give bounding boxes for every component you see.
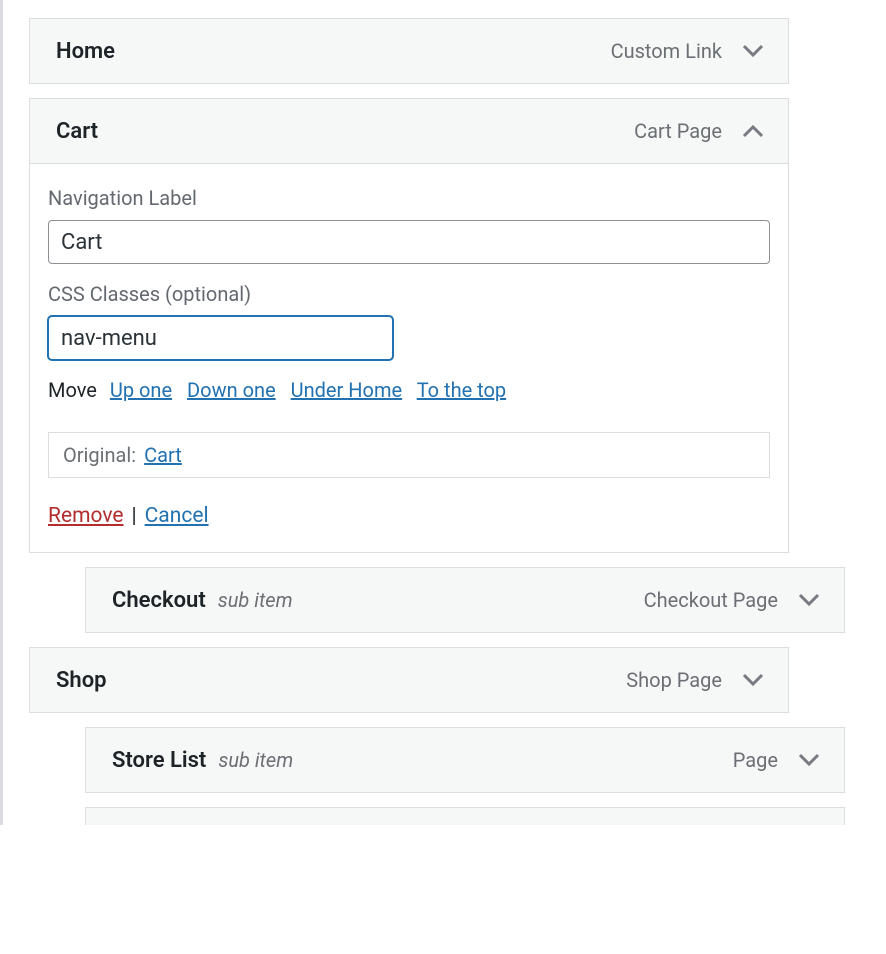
- item-controls: Page: [733, 747, 822, 773]
- menu-item-title: Shop: [56, 668, 107, 693]
- item-type: Checkout Page: [644, 588, 778, 612]
- menu-item-checkout: Checkout sub item Checkout Page: [29, 567, 860, 633]
- item-type: Shop Page: [626, 668, 722, 692]
- sub-item-hint: sub item: [218, 588, 293, 612]
- menu-item-handle[interactable]: Checkout sub item Checkout Page: [85, 567, 845, 633]
- item-type: Custom Link: [611, 39, 722, 63]
- chevron-down-icon: [743, 673, 763, 687]
- menu-item-cart: Cart Cart Page Navigation Label CSS Clas…: [29, 98, 860, 553]
- original-link[interactable]: Cart: [144, 443, 182, 467]
- menu-item-title: Store List: [112, 748, 206, 773]
- actions-sep: |: [132, 504, 137, 528]
- expand-toggle[interactable]: [796, 587, 822, 613]
- item-controls: Checkout Page: [644, 587, 822, 613]
- menu-item-bar[interactable]: Store List sub item Page: [85, 727, 845, 793]
- menu-items-list: Home Custom Link Cart Cart Page: [29, 18, 860, 825]
- item-actions: Remove | Cancel: [48, 504, 770, 528]
- move-label: Move: [48, 378, 97, 402]
- menu-item-handle[interactable]: Store Manager sub item Page: [85, 807, 845, 825]
- navigation-label-input[interactable]: [48, 220, 770, 264]
- menu-item-handle[interactable]: Store List sub item Page: [85, 727, 845, 793]
- menu-item-title: Cart: [56, 119, 98, 144]
- item-type: Cart Page: [634, 119, 722, 143]
- move-up-one-link[interactable]: Up one: [110, 378, 172, 402]
- sub-item-hint: sub item: [218, 748, 293, 772]
- item-title-wrap: Cart: [56, 119, 98, 144]
- menu-editor: Home Custom Link Cart Cart Page: [0, 0, 886, 825]
- menu-item-home: Home Custom Link: [29, 18, 860, 84]
- item-title-wrap: Shop: [56, 668, 107, 693]
- css-classes-label: CSS Classes (optional): [48, 282, 770, 306]
- expand-toggle[interactable]: [740, 667, 766, 693]
- item-title-wrap: Checkout sub item: [112, 588, 293, 613]
- move-down-one-link[interactable]: Down one: [187, 378, 276, 402]
- menu-item-handle[interactable]: Home Custom Link: [29, 18, 789, 84]
- menu-item-bar[interactable]: Shop Shop Page: [29, 647, 789, 713]
- menu-item-cutoff: Store Manager sub item Page: [29, 807, 860, 825]
- menu-item-bar[interactable]: Cart Cart Page: [29, 98, 789, 164]
- item-title-wrap: Store List sub item: [112, 748, 293, 773]
- menu-item-settings: Navigation Label CSS Classes (optional) …: [29, 164, 789, 553]
- move-under-link[interactable]: Under Home: [291, 378, 402, 402]
- menu-item-title: Checkout: [112, 588, 206, 613]
- item-controls: Custom Link: [611, 38, 766, 64]
- menu-item-title: Home: [56, 39, 115, 64]
- menu-item-store-list: Store List sub item Page: [29, 727, 860, 793]
- expand-toggle[interactable]: [796, 747, 822, 773]
- cancel-link[interactable]: Cancel: [145, 504, 209, 528]
- navigation-label-label: Navigation Label: [48, 186, 770, 210]
- item-controls: Cart Page: [634, 118, 766, 144]
- collapse-toggle[interactable]: [740, 118, 766, 144]
- original-row: Original: Cart: [48, 432, 770, 478]
- navigation-label-field: Navigation Label: [48, 186, 770, 264]
- move-to-top-link[interactable]: To the top: [417, 378, 506, 402]
- menu-item-handle[interactable]: Shop Shop Page: [29, 647, 789, 713]
- chevron-down-icon: [799, 753, 819, 767]
- remove-link[interactable]: Remove: [48, 504, 124, 528]
- expand-toggle[interactable]: [740, 38, 766, 64]
- chevron-down-icon: [799, 593, 819, 607]
- menu-item-shop: Shop Shop Page: [29, 647, 860, 713]
- menu-item-bar[interactable]: Checkout sub item Checkout Page: [85, 567, 845, 633]
- move-row: Move Up one Down one Under Home To the t…: [48, 378, 770, 402]
- css-classes-input[interactable]: [48, 316, 393, 360]
- original-label: Original:: [63, 443, 136, 467]
- css-classes-field: CSS Classes (optional): [48, 282, 770, 360]
- menu-item-handle[interactable]: Cart Cart Page: [29, 98, 789, 164]
- item-title-wrap: Home: [56, 39, 115, 64]
- item-controls: Shop Page: [626, 667, 766, 693]
- chevron-down-icon: [743, 44, 763, 58]
- item-type: Page: [733, 748, 778, 772]
- menu-item-bar[interactable]: Home Custom Link: [29, 18, 789, 84]
- chevron-up-icon: [743, 124, 763, 138]
- menu-item-bar[interactable]: Store Manager sub item Page: [85, 807, 845, 825]
